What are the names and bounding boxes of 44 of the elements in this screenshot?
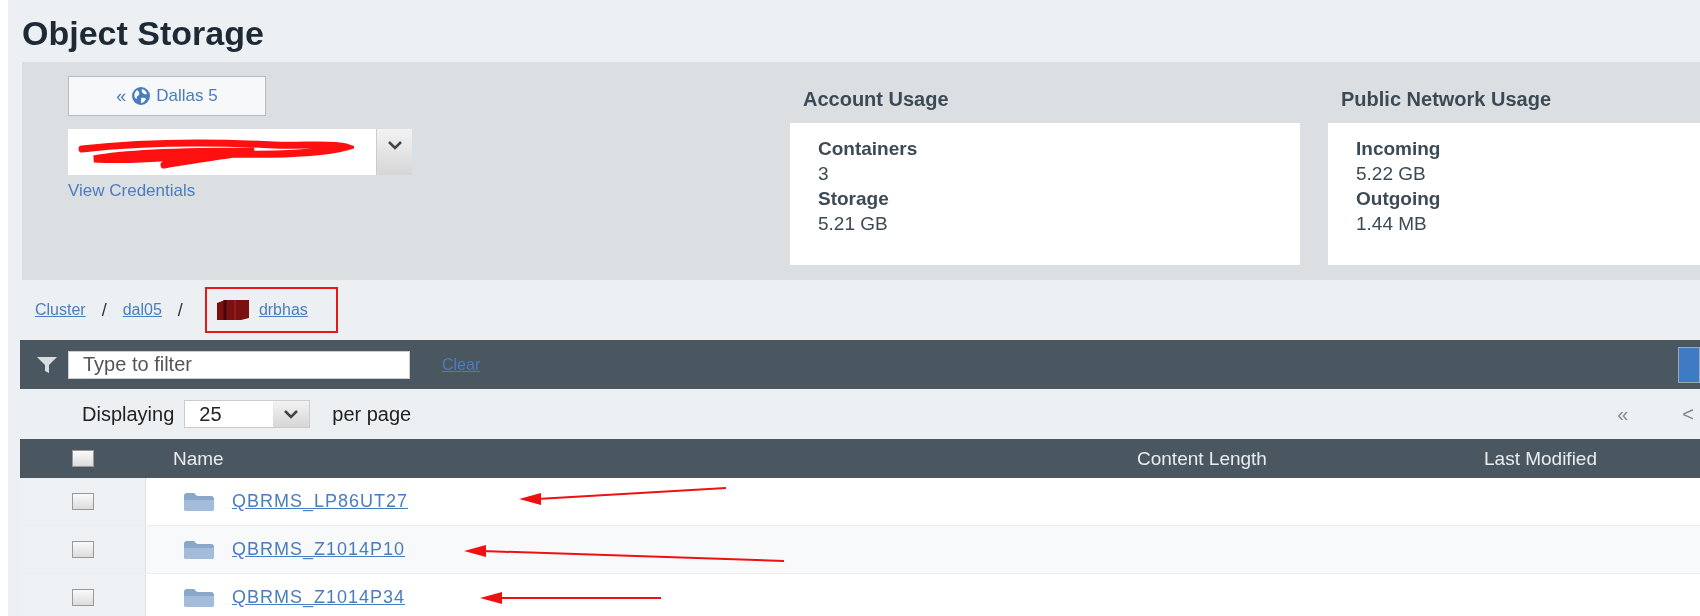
folder-link[interactable]: QBRMS_Z1014P34 bbox=[232, 587, 406, 608]
first-page-button[interactable]: « bbox=[1617, 402, 1629, 426]
filter-icon bbox=[36, 354, 58, 375]
folder-link[interactable]: QBRMS_Z1014P10 bbox=[232, 539, 406, 560]
globe-icon bbox=[131, 86, 152, 106]
select-all-checkbox[interactable] bbox=[71, 450, 94, 467]
chevron-down-icon bbox=[387, 141, 402, 150]
folder-icon bbox=[183, 539, 215, 560]
action-button[interactable] bbox=[1678, 346, 1700, 383]
stat-label: Storage bbox=[818, 187, 890, 211]
previous-page-button[interactable]: < bbox=[1682, 402, 1694, 426]
folder-icon bbox=[183, 491, 215, 512]
per-page-select[interactable]: 25 bbox=[184, 400, 311, 428]
account-select[interactable] bbox=[68, 129, 412, 175]
view-credentials-link[interactable]: View Credentials bbox=[68, 181, 196, 201]
filter-field[interactable]: Type to filter bbox=[68, 350, 410, 379]
box-icon bbox=[214, 299, 251, 321]
region-button[interactable]: « Dallas 5 bbox=[68, 76, 266, 116]
breadcrumb-link[interactable]: drbhas bbox=[258, 301, 308, 319]
stat-label: Containers bbox=[818, 137, 919, 161]
column-header[interactable]: Content Length bbox=[1137, 447, 1484, 470]
stat-label: Incoming bbox=[1356, 137, 1442, 161]
displaying-label: Displaying bbox=[82, 402, 175, 426]
breadcrumb-link[interactable]: dal05 bbox=[122, 301, 162, 319]
breadcrumb-separator: / bbox=[101, 299, 107, 321]
row-checkbox[interactable] bbox=[71, 541, 94, 558]
folder-link[interactable]: QBRMS_LP86UT27 bbox=[232, 491, 409, 512]
usage-heading: Account Usage bbox=[802, 87, 950, 112]
stat-value: 5.21 GB bbox=[818, 212, 889, 236]
stat-value: 3 bbox=[818, 162, 830, 186]
row-checkbox[interactable] bbox=[71, 589, 94, 606]
breadcrumb-link[interactable]: Cluster bbox=[35, 301, 86, 319]
usage-heading: Public Network Usage bbox=[1340, 87, 1553, 112]
folder-icon bbox=[183, 587, 215, 608]
row-checkbox[interactable] bbox=[71, 493, 94, 510]
stat-label: Outgoing bbox=[1356, 187, 1442, 211]
column-header[interactable]: Name bbox=[145, 447, 1137, 470]
stat-value: 1.44 MB bbox=[1356, 212, 1428, 236]
breadcrumb-separator: / bbox=[177, 299, 183, 321]
column-header[interactable]: Last Modified bbox=[1484, 447, 1700, 470]
stat-value: 5.22 GB bbox=[1356, 162, 1427, 186]
per-page-label: per page bbox=[332, 402, 412, 426]
chevron-down-icon bbox=[284, 409, 299, 419]
page-title: Object Storage bbox=[21, 13, 265, 54]
